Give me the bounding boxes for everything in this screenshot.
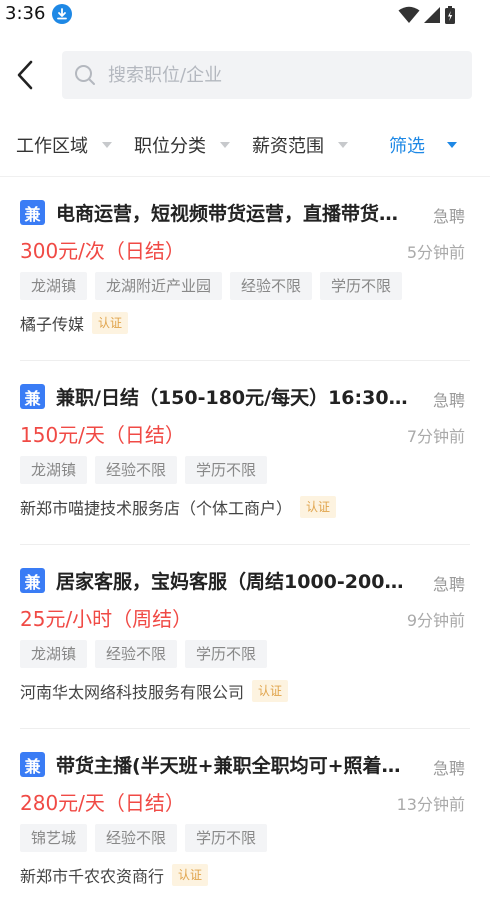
tag: 学历不限 bbox=[320, 272, 403, 300]
tag: 经验不限 bbox=[230, 272, 313, 300]
filter-label: 职位分类 bbox=[134, 136, 206, 157]
company-name[interactable]: 橘子传媒 bbox=[20, 311, 84, 335]
status-icons bbox=[398, 5, 456, 25]
tag-list: 龙湖镇 龙湖附近产业园 经验不限 学历不限 bbox=[20, 272, 403, 300]
posted-time: 9分钟前 bbox=[406, 611, 465, 630]
search-box[interactable] bbox=[62, 51, 472, 99]
certified-badge: 认证 bbox=[252, 680, 289, 702]
tag: 学历不限 bbox=[185, 640, 268, 668]
part-time-badge: 兼 bbox=[20, 752, 45, 777]
job-card[interactable]: 兼 兼职/日结（150-180元/每天）16:30下班 急聘 150元/天（日结… bbox=[0, 361, 490, 545]
job-card[interactable]: 兼 电商运营，短视频带货运营，直播带货运营 急聘 300元/次（日结） 5分钟前… bbox=[0, 177, 490, 361]
tag-list: 锦艺城 经验不限 学历不限 bbox=[20, 824, 268, 852]
urgent-label: 急聘 bbox=[432, 207, 465, 226]
salary: 150元/天（日结） bbox=[20, 423, 185, 447]
status-time: 3:36 bbox=[5, 3, 46, 24]
job-card[interactable]: 兼 居家客服，宝妈客服（周结1000-2000元） 急聘 25元/小时（周结） … bbox=[0, 545, 490, 729]
back-button[interactable] bbox=[8, 58, 42, 92]
tag: 学历不限 bbox=[185, 456, 268, 484]
download-icon bbox=[52, 4, 72, 24]
urgent-label: 急聘 bbox=[432, 575, 465, 594]
job-card[interactable]: 兼 带货主播(半天班+兼职全职均可+照着读就行) 急聘 280元/天（日结） 1… bbox=[0, 729, 490, 913]
search-input[interactable] bbox=[106, 63, 450, 87]
signal-icon bbox=[424, 7, 440, 23]
company-row: 橘子传媒 认证 bbox=[20, 311, 129, 335]
tag-list: 龙湖镇 经验不限 学历不限 bbox=[20, 640, 268, 668]
wifi-icon bbox=[398, 6, 420, 23]
caret-down-icon bbox=[102, 142, 112, 148]
tag: 龙湖附近产业园 bbox=[95, 272, 223, 300]
certified-badge: 认证 bbox=[300, 496, 337, 518]
filter-job-category[interactable]: 职位分类 bbox=[134, 120, 230, 170]
tag: 经验不限 bbox=[95, 456, 178, 484]
company-row: 河南华太网络科技服务有限公司 认证 bbox=[20, 679, 289, 703]
job-title[interactable]: 电商运营，短视频带货运营，直播带货运营 bbox=[56, 199, 416, 226]
tag: 龙湖镇 bbox=[20, 272, 88, 300]
job-list: 兼 电商运营，短视频带货运营，直播带货运营 急聘 300元/次（日结） 5分钟前… bbox=[0, 177, 490, 913]
company-name[interactable]: 新郑市千农农资商行 bbox=[20, 863, 164, 887]
battery-icon bbox=[445, 6, 455, 24]
tag: 龙湖镇 bbox=[20, 456, 88, 484]
tag-list: 龙湖镇 经验不限 学历不限 bbox=[20, 456, 268, 484]
caret-down-icon bbox=[447, 142, 457, 148]
search-icon bbox=[75, 65, 95, 85]
tag: 龙湖镇 bbox=[20, 640, 88, 668]
tag: 经验不限 bbox=[95, 640, 178, 668]
caret-down-icon bbox=[338, 142, 348, 148]
posted-time: 13分钟前 bbox=[396, 795, 465, 814]
certified-badge: 认证 bbox=[92, 312, 129, 334]
part-time-badge: 兼 bbox=[20, 384, 45, 409]
salary: 280元/天（日结） bbox=[20, 791, 185, 815]
status-bar: 3:36 bbox=[0, 0, 490, 30]
filter-salary-range[interactable]: 薪资范围 bbox=[252, 120, 348, 170]
salary: 25元/小时（周结） bbox=[20, 607, 193, 631]
caret-down-icon bbox=[220, 142, 230, 148]
company-name[interactable]: 新郑市喵捷技术服务店（个体工商户） bbox=[20, 495, 292, 519]
urgent-label: 急聘 bbox=[432, 391, 465, 410]
part-time-badge: 兼 bbox=[20, 568, 45, 593]
posted-time: 5分钟前 bbox=[406, 243, 465, 262]
urgent-label: 急聘 bbox=[432, 759, 465, 778]
company-row: 新郑市喵捷技术服务店（个体工商户） 认证 bbox=[20, 495, 337, 519]
posted-time: 7分钟前 bbox=[406, 427, 465, 446]
top-bar bbox=[0, 48, 490, 104]
job-title[interactable]: 兼职/日结（150-180元/每天）16:30下班 bbox=[56, 383, 416, 410]
filter-label: 工作区域 bbox=[16, 136, 88, 157]
filter-label: 筛选 bbox=[389, 136, 425, 157]
certified-badge: 认证 bbox=[172, 864, 209, 886]
tag: 学历不限 bbox=[185, 824, 268, 852]
tag: 锦艺城 bbox=[20, 824, 88, 852]
job-title[interactable]: 居家客服，宝妈客服（周结1000-2000元） bbox=[56, 567, 416, 594]
company-name[interactable]: 河南华太网络科技服务有限公司 bbox=[20, 679, 244, 703]
salary: 300元/次（日结） bbox=[20, 239, 185, 263]
filter-label: 薪资范围 bbox=[252, 136, 324, 157]
tag: 经验不限 bbox=[95, 824, 178, 852]
company-row: 新郑市千农农资商行 认证 bbox=[20, 863, 209, 887]
part-time-badge: 兼 bbox=[20, 200, 45, 225]
filter-screen[interactable]: 筛选 bbox=[389, 120, 457, 170]
filter-work-area[interactable]: 工作区域 bbox=[16, 120, 112, 170]
chevron-left-icon bbox=[17, 60, 33, 90]
filter-bar: 工作区域 职位分类 薪资范围 筛选 bbox=[0, 120, 490, 170]
job-title[interactable]: 带货主播(半天班+兼职全职均可+照着读就行) bbox=[56, 751, 416, 778]
